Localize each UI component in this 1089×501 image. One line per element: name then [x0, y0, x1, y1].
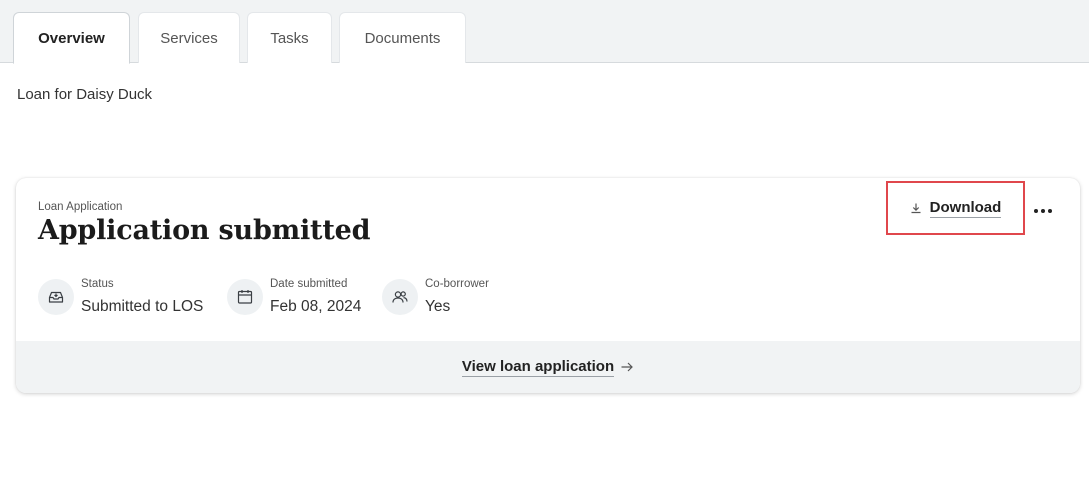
page-subtitle: Loan for Daisy Duck: [17, 86, 153, 103]
card-title: Application submitted: [38, 215, 371, 246]
arrow-right-icon: [620, 361, 634, 373]
more-horizontal-icon: [1034, 209, 1038, 213]
people-icon: [382, 279, 418, 315]
tab-tasks[interactable]: Tasks: [247, 12, 332, 63]
meta-status: Status Submitted to LOS: [38, 278, 203, 318]
tab-documents[interactable]: Documents: [339, 12, 466, 63]
card-eyebrow: Loan Application: [38, 201, 123, 213]
download-label: Download: [929, 198, 1002, 218]
tab-services[interactable]: Services: [138, 12, 240, 63]
meta-date-submitted: Date submitted Feb 08, 2024: [227, 278, 361, 318]
tab-bar: Overview Services Tasks Documents: [0, 0, 1089, 64]
tab-overview[interactable]: Overview: [13, 12, 130, 64]
inbox-icon: [38, 279, 74, 315]
loan-application-card: Loan Application Application submitted D…: [16, 178, 1080, 393]
meta-value: Yes: [425, 298, 451, 315]
meta-value: Submitted to LOS: [81, 298, 204, 315]
meta-label: Status: [81, 278, 114, 290]
meta-co-borrower: Co-borrower Yes: [382, 278, 489, 318]
meta-label: Date submitted: [270, 278, 348, 290]
more-options-button[interactable]: [1030, 200, 1056, 222]
download-button[interactable]: Download: [886, 181, 1025, 235]
card-footer: View loan application: [16, 341, 1080, 393]
view-loan-application-link[interactable]: View loan application: [461, 358, 615, 377]
meta-value: Feb 08, 2024: [270, 298, 362, 315]
download-icon: [910, 202, 922, 214]
meta-label: Co-borrower: [425, 278, 489, 290]
calendar-icon: [227, 279, 263, 315]
